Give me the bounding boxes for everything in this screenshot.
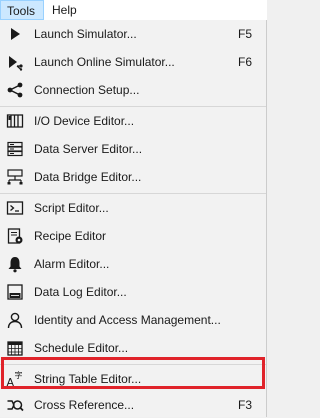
menu-item-launch-simulator[interactable]: Launch Simulator... F5 <box>0 21 266 47</box>
io-device-icon <box>6 112 24 130</box>
menu-item-data-server-editor[interactable]: Data Server Editor... <box>0 136 266 162</box>
menu-item-data-log-editor[interactable]: Data Log Editor... <box>0 279 266 305</box>
log-icon <box>6 283 24 301</box>
shortcut-label: F3 <box>237 398 252 412</box>
svg-text:字: 字 <box>15 370 23 380</box>
menu-help[interactable]: Help <box>46 0 86 20</box>
cross-reference-icon <box>6 396 24 414</box>
play-network-icon <box>6 53 24 71</box>
terminal-icon <box>6 199 24 217</box>
tools-dropdown-menu: Launch Simulator... F5 Launch Online Sim… <box>0 20 267 417</box>
menu-item-label: Data Bridge Editor... <box>34 170 142 184</box>
menu-item-data-bridge-editor[interactable]: Data Bridge Editor... <box>0 164 266 190</box>
menu-item-cross-reference[interactable]: Cross Reference... F3 <box>0 392 266 418</box>
menu-item-label: Launch Online Simulator... <box>34 55 175 69</box>
menu-item-label: Cross Reference... <box>34 398 135 412</box>
menu-item-string-table-editor[interactable]: A字 String Table Editor... <box>0 366 266 392</box>
play-icon <box>6 25 24 43</box>
bridge-icon <box>6 168 24 186</box>
menu-item-label: Alarm Editor... <box>34 257 110 271</box>
share-icon <box>6 81 24 99</box>
separator <box>0 106 266 107</box>
separator <box>0 364 266 365</box>
menu-item-label: String Table Editor... <box>34 372 142 386</box>
server-icon <box>6 140 24 158</box>
menu-item-script-editor[interactable]: Script Editor... <box>0 195 266 221</box>
menu-item-schedule-editor[interactable]: Schedule Editor... <box>0 335 266 361</box>
menu-item-label: I/O Device Editor... <box>34 114 135 128</box>
string-table-icon: A字 <box>6 370 24 388</box>
menu-item-launch-online-simulator[interactable]: Launch Online Simulator... F6 <box>0 49 266 75</box>
menu-item-connection-setup[interactable]: Connection Setup... <box>0 77 266 103</box>
menu-item-label: Data Server Editor... <box>34 142 143 156</box>
separator <box>0 193 266 194</box>
menu-item-label: Data Log Editor... <box>34 285 127 299</box>
shortcut-label: F6 <box>237 55 252 69</box>
menu-item-label: Identity and Access Management... <box>34 313 221 327</box>
menu-item-label: Launch Simulator... <box>34 27 137 41</box>
menu-tools[interactable]: Tools <box>0 0 44 20</box>
menu-item-recipe-editor[interactable]: Recipe Editor <box>0 223 266 249</box>
menu-item-label: Recipe Editor <box>34 229 107 243</box>
bell-icon <box>6 255 24 273</box>
menu-item-identity-access[interactable]: Identity and Access Management... <box>0 307 266 333</box>
svg-text:A: A <box>7 376 15 388</box>
menu-item-label: Connection Setup... <box>34 83 140 97</box>
menu-item-io-device-editor[interactable]: I/O Device Editor... <box>0 108 266 134</box>
calendar-icon <box>6 339 24 357</box>
menu-item-label: Script Editor... <box>34 201 109 215</box>
person-icon <box>6 311 24 329</box>
recipe-icon <box>6 227 24 245</box>
menu-bar: Tools Help <box>0 0 267 21</box>
menu-item-alarm-editor[interactable]: Alarm Editor... <box>0 251 266 277</box>
menu-item-label: Schedule Editor... <box>34 341 129 355</box>
shortcut-label: F5 <box>237 27 252 41</box>
